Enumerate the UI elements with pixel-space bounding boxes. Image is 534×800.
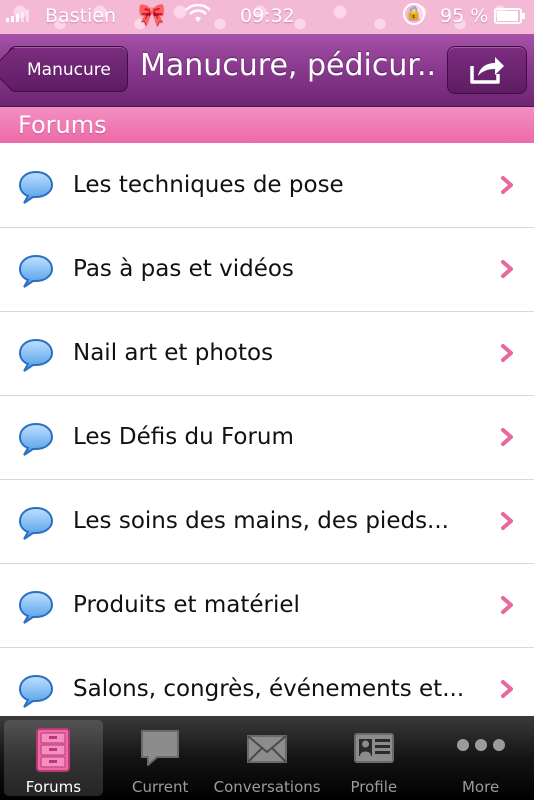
tab-label: Forums [25,778,82,796]
tab-label: More [461,778,500,796]
forum-label: Pas à pas et vidéos [73,256,294,282]
tab-bar: Forums Current Conversations Profile Mor… [0,716,534,800]
share-icon [470,57,504,84]
tab-current[interactable]: Current [107,716,214,800]
envelope-icon [246,735,287,763]
tab-label: Current [132,778,189,796]
page-title: Manucure, pédicur... [140,48,438,83]
chevron-right-icon [501,428,513,446]
section-header: Forums [0,107,534,143]
forum-row[interactable]: Nail art et photos [0,312,534,396]
tab-more[interactable]: More [427,716,534,800]
tab-label: Conversations [213,778,321,796]
forum-row[interactable]: Pas à pas et vidéos [0,228,534,312]
speech-bubble-icon [18,338,54,372]
speech-bubble-icon [18,170,54,204]
chevron-right-icon [501,596,513,614]
back-button[interactable]: Manucure [8,46,128,92]
forum-label: Produits et matériel [73,592,300,618]
speech-bubble-icon [18,422,54,456]
forums-icon [36,728,71,772]
chevron-right-icon [501,344,513,362]
status-time: 09:32 [240,5,295,27]
back-button-label: Manucure [27,60,111,80]
more-dots-icon [456,739,505,751]
speech-bubble-icon [18,254,54,288]
forum-row[interactable]: Les techniques de pose [0,144,534,228]
tab-forums[interactable]: Forums [0,716,107,800]
share-button[interactable] [447,46,527,94]
bow-icon: 🎀 [138,3,166,28]
forum-label: Les techniques de pose [73,172,344,198]
signal-icon [6,10,29,22]
speech-bubble-icon [18,674,54,708]
speech-bubble-icon [18,590,54,624]
forum-label: Les soins des mains, des pieds... [73,508,449,534]
chevron-right-icon [501,176,513,194]
profile-card-icon [353,733,394,763]
tab-conversations[interactable]: Conversations [214,716,321,800]
tab-profile[interactable]: Profile [320,716,427,800]
tab-label: Profile [350,778,398,796]
wifi-icon [185,3,211,29]
battery-percent: 95 % [440,5,489,27]
chevron-right-icon [501,512,513,530]
forum-label: Nail art et photos [73,340,274,366]
navigation-bar: Manucure Manucure, pédicur... [0,34,534,107]
forum-label: Les Défis du Forum [73,424,294,450]
status-bar: Bastien 🎀 09:32 🔒 95 % [0,0,534,34]
rotation-lock-icon: 🔒 [403,3,425,25]
chevron-right-icon [501,260,513,278]
speech-bubble-icon [141,730,180,766]
forum-row[interactable]: Les soins des mains, des pieds... [0,480,534,564]
forum-row[interactable]: Les Défis du Forum [0,396,534,480]
forum-list: Les techniques de pose Pas à pas et vidé… [0,144,534,732]
forum-row[interactable]: Produits et matériel [0,564,534,648]
chevron-right-icon [501,680,513,698]
carrier-name: Bastien [45,5,117,27]
speech-bubble-icon [18,506,54,540]
battery-icon [494,8,525,24]
